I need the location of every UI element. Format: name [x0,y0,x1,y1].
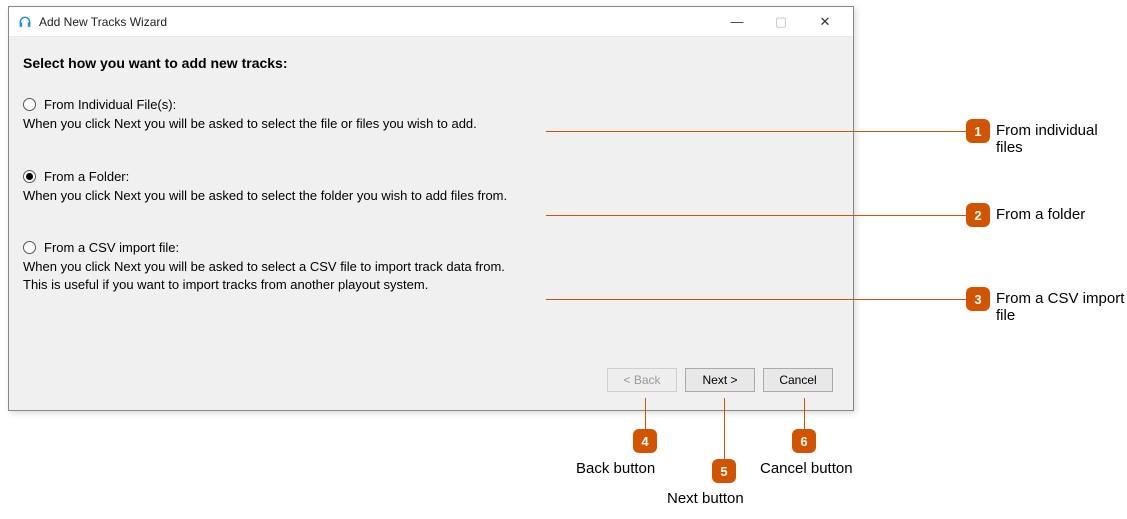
titlebar[interactable]: Add New Tracks Wizard — ▢ ✕ [9,7,853,37]
callout-text-3: From a CSV import file [996,290,1127,324]
option-individual-files[interactable]: From Individual File(s): When you click … [23,97,839,133]
cancel-button[interactable]: Cancel [763,368,833,392]
close-button[interactable]: ✕ [803,8,847,36]
callout-bubble-6: 6 [792,429,816,453]
callout-line-4 [645,398,646,430]
radio-from-folder[interactable] [23,170,36,183]
wizard-content: Select how you want to add new tracks: F… [9,37,853,410]
callout-bubble-5: 5 [712,459,736,483]
callout-line-5 [724,398,725,460]
callout-text-6: Cancel button [760,460,853,477]
callout-bubble-4: 4 [633,429,657,453]
option-description: When you click Next you will be asked to… [23,187,839,205]
callout-line-3 [546,299,967,300]
callout-line-1 [546,131,967,132]
headphones-icon [17,14,33,30]
dialog-window: Add New Tracks Wizard — ▢ ✕ Select how y… [8,6,854,411]
wizard-button-row: < Back Next > Cancel [23,368,839,402]
callout-bubble-3: 3 [966,287,990,311]
option-label: From Individual File(s): [44,97,176,112]
callout-bubble-1: 1 [966,119,990,143]
radio-individual-files[interactable] [23,98,36,111]
option-label: From a Folder: [44,169,129,184]
window-controls: — ▢ ✕ [715,8,847,36]
callout-text-1: From individual files [996,122,1127,156]
wizard-heading: Select how you want to add new tracks: [23,55,839,71]
callout-text-2: From a folder [996,206,1085,223]
callout-bubble-2: 2 [966,203,990,227]
callout-line-6 [804,398,805,430]
option-description: When you click Next you will be asked to… [23,115,839,133]
callout-text-4: Back button [576,460,655,477]
option-description: When you click Next you will be asked to… [23,258,839,293]
window-title: Add New Tracks Wizard [39,15,715,29]
minimize-button[interactable]: — [715,8,759,36]
back-button: < Back [607,368,677,392]
maximize-button[interactable]: ▢ [759,8,803,36]
option-label: From a CSV import file: [44,240,179,255]
radio-csv-import[interactable] [23,241,36,254]
option-csv-import[interactable]: From a CSV import file: When you click N… [23,240,839,293]
next-button[interactable]: Next > [685,368,755,392]
callout-text-5: Next button [667,490,744,507]
callout-line-2 [546,215,967,216]
option-from-folder[interactable]: From a Folder: When you click Next you w… [23,169,839,205]
